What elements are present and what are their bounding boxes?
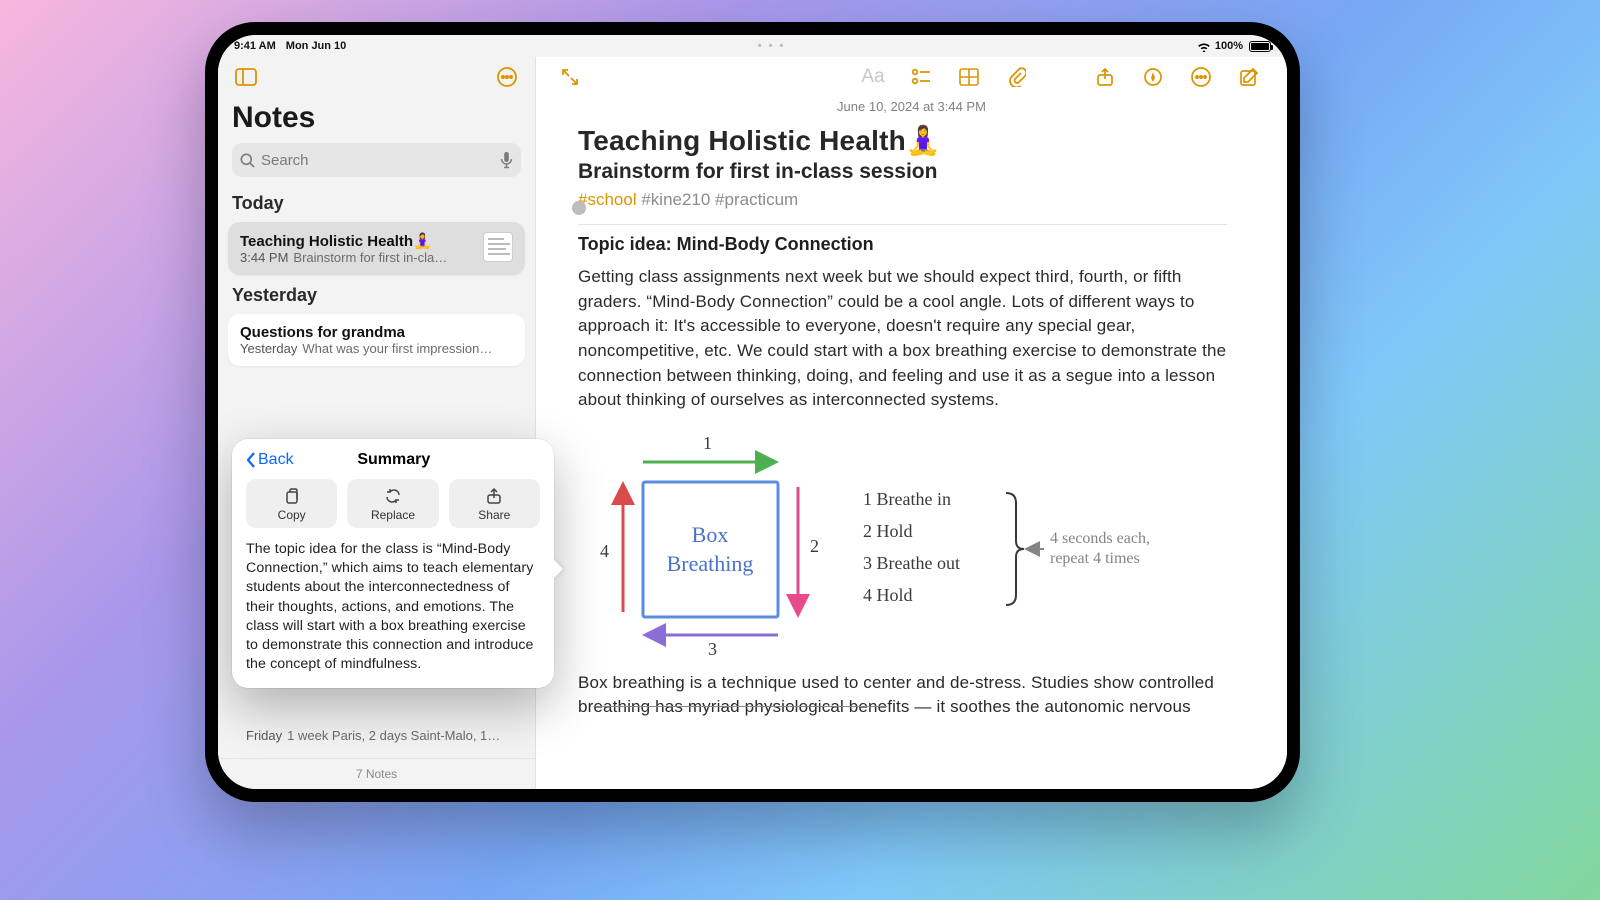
text-cursor-handle[interactable] [572, 201, 586, 215]
search-placeholder: Search [261, 152, 494, 169]
share-button[interactable]: Share [449, 479, 540, 528]
topic-heading: Topic idea: Mind-Body Connection [578, 234, 1227, 255]
svg-text:2 Hold: 2 Hold [863, 521, 913, 541]
status-time: 9:41 AM [234, 40, 276, 52]
box-breathing-sketch: Box Breathing 1 2 3 4 1 B [588, 427, 1188, 657]
svg-text:2: 2 [810, 536, 819, 556]
note-title: Questions for grandma [240, 324, 513, 341]
sidebar-toggle-icon[interactable] [232, 63, 260, 91]
dictation-icon[interactable] [500, 152, 513, 169]
note-date: June 10, 2024 at 3:44 PM [536, 99, 1287, 114]
svg-text:1 Breathe in: 1 Breathe in [863, 489, 951, 509]
summary-text: The topic idea for the class is “Mind-Bo… [246, 540, 540, 674]
note-subtitle: Brainstorm for first in-class session [578, 160, 1227, 184]
more-options-icon[interactable] [493, 63, 521, 91]
table-icon[interactable] [955, 63, 983, 91]
replace-button[interactable]: Replace [347, 479, 438, 528]
section-yesterday: Yesterday [218, 279, 535, 310]
expand-icon[interactable] [556, 63, 584, 91]
note-tags[interactable]: #school #kine210 #practicum [578, 190, 1227, 210]
note-item-trip-preview[interactable]: Friday1 week Paris, 2 days Saint-Malo, 1… [246, 728, 517, 743]
svg-text:3: 3 [708, 639, 717, 657]
multitask-dots[interactable]: • • • [346, 40, 1197, 52]
compose-icon[interactable] [1235, 63, 1263, 91]
sidebar-title: Notes [218, 97, 535, 143]
screen: 9:41 AM Mon Jun 10 • • • 100% [218, 35, 1287, 789]
text-style-icon[interactable]: Aa [859, 63, 887, 91]
sidebar-footer-count: 7 Notes [218, 758, 535, 789]
more-note-icon[interactable] [1187, 63, 1215, 91]
svg-text:3 Breathe out: 3 Breathe out [863, 553, 960, 573]
battery-percent: 100% [1215, 40, 1243, 52]
summary-popover: Back Summary Copy Replace [232, 439, 554, 688]
section-today: Today [218, 187, 535, 218]
svg-text:4 Hold: 4 Hold [863, 585, 913, 605]
svg-text:Breathing: Breathing [667, 551, 754, 576]
editor-toolbar: Aa [536, 57, 1287, 97]
svg-text:Box: Box [692, 522, 729, 547]
note-thumbnail-icon [483, 232, 513, 262]
note-heading: Teaching Holistic Health🧘‍♀️ [578, 124, 1227, 157]
wifi-icon [1197, 41, 1211, 52]
body-paragraph: Getting class assignments next week but … [578, 265, 1227, 413]
svg-text:1: 1 [703, 433, 712, 453]
share-note-icon[interactable] [1091, 63, 1119, 91]
ipad-frame: 9:41 AM Mon Jun 10 • • • 100% [205, 22, 1300, 802]
svg-text:repeat 4 times: repeat 4 times [1050, 550, 1140, 567]
body-paragraph-2: Box breathing is a technique used to cen… [578, 671, 1227, 720]
attachment-icon[interactable] [1003, 63, 1031, 91]
status-bar: 9:41 AM Mon Jun 10 • • • 100% [218, 35, 1287, 57]
note-title: Teaching Holistic Health🧘‍♀️ [240, 232, 473, 250]
copy-button[interactable]: Copy [246, 479, 337, 528]
popover-title: Summary [248, 451, 540, 469]
divider [578, 224, 1227, 225]
svg-text:4: 4 [600, 541, 609, 561]
note-editor[interactable]: Aa [536, 57, 1287, 789]
battery-icon [1249, 41, 1271, 52]
notes-sidebar: Notes Search Today Teaching Holistic Hea… [218, 57, 536, 789]
search-input[interactable]: Search [232, 143, 521, 177]
status-date: Mon Jun 10 [286, 40, 347, 52]
svg-text:4 seconds each,: 4 seconds each, [1050, 530, 1150, 547]
note-item-teaching[interactable]: Teaching Holistic Health🧘‍♀️ 3:44 PMBrai… [228, 222, 525, 275]
checklist-icon[interactable] [907, 63, 935, 91]
markup-icon[interactable] [1139, 63, 1167, 91]
note-item-grandma[interactable]: Questions for grandma YesterdayWhat was … [228, 314, 525, 366]
